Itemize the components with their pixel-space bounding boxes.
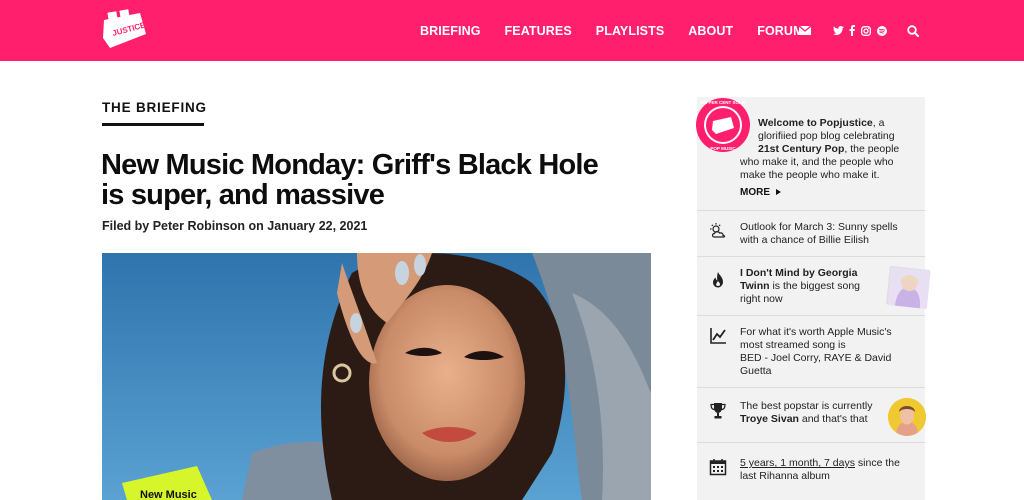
site-header: JUSTICE BRIEFING FEATURES PLAYLISTS ABOU…: [0, 0, 1024, 61]
nav-briefing[interactable]: BRIEFING: [420, 24, 481, 38]
song-title-line1[interactable]: I Don't Mind by Georgia: [740, 267, 857, 279]
article-title-line1: New Music Monday: Griff's Black Hole: [101, 149, 599, 181]
welcome-line2: glorifiied pop blog celebrating: [758, 130, 895, 142]
seal-top-text: 100 PER CENT SOLID: [700, 100, 747, 105]
hero-image: New Music: [102, 253, 651, 500]
article-title: New Music Monday: Griff's Black Hole is …: [101, 150, 661, 210]
countdown-item: 5 years, 1 month, 7 days since the last …: [697, 442, 925, 500]
calendar-icon: [709, 459, 727, 476]
main-nav: BRIEFING FEATURES PLAYLISTS ABOUT FORUM: [420, 0, 828, 61]
sidebar: 100 PER CENT SOLID POP MUSIC Welcome to …: [696, 97, 931, 500]
new-music-badge: New Music: [140, 489, 197, 500]
header-icons: [798, 0, 920, 61]
facebook-icon[interactable]: [847, 25, 857, 37]
welcome-line1-rest: , a: [872, 117, 885, 129]
countdown-link[interactable]: 5 years, 1 month, 7 days: [740, 457, 855, 469]
instagram-icon[interactable]: [860, 25, 872, 37]
streamed-line2: most streamed song is: [740, 339, 846, 351]
nav-playlists[interactable]: PLAYLISTS: [596, 24, 665, 38]
welcome-text: Welcome to Popjustice, a glorifiied pop …: [740, 117, 920, 182]
song-cover-thumbnail[interactable]: [886, 266, 931, 310]
nav-about[interactable]: ABOUT: [688, 24, 733, 38]
countdown-line2: last Rihanna album: [740, 470, 830, 482]
flame-icon: [713, 272, 723, 288]
nav-features[interactable]: FEATURES: [505, 24, 572, 38]
popstar-line2-rest: and that's that: [798, 413, 868, 425]
chart-line-icon: [710, 328, 726, 344]
popstar-name[interactable]: Troye Sivan: [740, 413, 799, 425]
more-label: MORE: [740, 187, 770, 198]
seal-bottom-text: POP MUSIC: [710, 146, 736, 151]
article-byline: Filed by Peter Robinson on January 22, 2…: [102, 219, 368, 233]
song-line3: right now: [740, 293, 783, 305]
weather-sun-cloud-icon: [710, 223, 726, 238]
countdown-line1-rest: since the: [854, 457, 900, 469]
welcome-line3-rest: , the people: [844, 143, 900, 155]
section-underline: [102, 123, 204, 126]
welcome-line5: make the people who make it.: [740, 169, 880, 181]
twitter-icon[interactable]: [832, 25, 844, 37]
popjustice-logo[interactable]: JUSTICE: [100, 8, 150, 53]
spotify-icon[interactable]: [876, 25, 888, 37]
biggest-song-item: I Don't Mind by Georgia Twinn is the big…: [697, 256, 931, 315]
section-label[interactable]: THE BRIEFING: [102, 100, 207, 115]
trophy-icon: [710, 403, 726, 419]
nav-forum[interactable]: FORUM: [757, 24, 803, 38]
popstar-line1: The best popstar is currently: [740, 400, 873, 412]
song-line2-rest: is the biggest song: [769, 280, 861, 292]
mail-icon[interactable]: [798, 25, 812, 37]
outlook-line2: with a chance of Billie Eilish: [740, 234, 869, 246]
outlook-line1: Outlook for March 3: Sunny spells: [740, 221, 898, 233]
search-icon[interactable]: [906, 24, 920, 38]
more-link[interactable]: MORE: [740, 182, 782, 200]
most-streamed-item: For what it's worth Apple Music's most s…: [697, 315, 925, 387]
best-popstar-item: The best popstar is currently Troye Siva…: [697, 387, 926, 442]
popstar-avatar[interactable]: [888, 398, 926, 436]
streamed-line4[interactable]: Guetta: [740, 365, 920, 378]
welcome-bold[interactable]: Welcome to Popjustice: [758, 117, 873, 129]
streamed-line1: For what it's worth Apple Music's: [740, 326, 892, 338]
caret-right-icon: [776, 189, 782, 195]
welcome-21st-century-pop[interactable]: 21st Century Pop: [758, 143, 844, 155]
article-title-line2: is super, and massive: [101, 179, 385, 211]
welcome-line4: who make it, and the people who: [740, 156, 894, 168]
streamed-line3[interactable]: BED - Joel Corry, RAYE & David: [740, 352, 920, 365]
outlook-item: Outlook for March 3: Sunny spells with a…: [697, 210, 925, 256]
song-title-line2[interactable]: Twinn: [740, 280, 770, 292]
